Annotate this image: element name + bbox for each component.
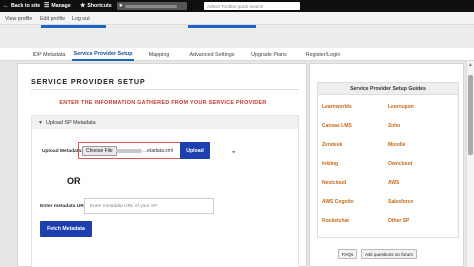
guide-link-learnupon[interactable]: Learnupon <box>388 104 414 110</box>
tabs-area: IDP Metadata Service Provider Setup Mapp… <box>0 25 474 61</box>
guide-link-aws-cognito[interactable]: AWS Cognito <box>322 199 354 205</box>
admin-quick-search-input[interactable]: Admin Toolbar quick search <box>204 2 300 10</box>
guide-link-zendesk[interactable]: Zendesk <box>322 142 342 148</box>
arrow-left-icon: ← <box>3 3 9 9</box>
setup-guides-panel: Service Provider Setup Guides Learnworld… <box>309 63 464 267</box>
setup-guides-box: Service Provider Setup Guides Learnworld… <box>317 82 459 238</box>
edit-profile-link[interactable]: Edit profile <box>40 12 65 25</box>
logout-link[interactable]: Log out <box>72 12 90 25</box>
user-subbar: View profile Edit profile Log out <box>0 12 474 25</box>
title-divider <box>31 89 299 90</box>
guide-link-salesforce[interactable]: Salesforce <box>388 199 413 205</box>
page-title: SERVICE PROVIDER SETUP <box>31 77 146 86</box>
upload-sp-metadata-section: ▼ Upload SP Metadata Upload Metadata: <box>31 115 299 267</box>
menu-icon: ☰ <box>44 3 50 9</box>
guide-link-nextcloud[interactable]: Nextcloud <box>322 180 346 186</box>
guide-link-inkling[interactable]: Inkling <box>322 161 338 167</box>
hidden-tab-strip-left <box>41 25 106 28</box>
guide-link-owncloud[interactable]: Owncloud <box>388 161 412 167</box>
scroll-thumb[interactable] <box>468 75 473 155</box>
tab-mapping[interactable]: Mapping <box>141 48 177 61</box>
username-blurred <box>124 4 177 8</box>
guide-link-rocketchat[interactable]: Rocketchat <box>322 218 349 224</box>
manage-menu[interactable]: ☰ Manage <box>44 0 71 12</box>
ask-forum-button[interactable]: Ask questions on forum <box>361 249 417 259</box>
user-icon: ● <box>119 3 123 9</box>
fetch-metadata-button[interactable]: Fetch Metadata <box>40 221 92 237</box>
tab-upgrade-plans[interactable]: Upgrade Plans <box>247 48 291 61</box>
metadata-url-placeholder: Enter metadata URL of your SP. <box>90 203 158 209</box>
tab-register-login[interactable]: Register/Login <box>300 48 346 61</box>
faqs-button[interactable]: FAQs <box>338 249 357 259</box>
guide-link-other-sp[interactable]: Other SP <box>388 218 409 224</box>
admin-toolbar: ← Back to site ☰ Manage ★ Shortcuts ● Ad… <box>0 0 474 12</box>
shortcuts-menu[interactable]: ★ Shortcuts <box>80 0 112 12</box>
upload-sp-metadata-toggle[interactable]: ▼ Upload SP Metadata <box>32 116 298 129</box>
manage-label: Manage <box>51 3 71 9</box>
back-to-site-label: Back to site <box>11 3 41 9</box>
guide-link-moodle[interactable]: Moodle <box>388 142 406 148</box>
setup-guides-title: Service Provider Setup Guides <box>318 83 458 95</box>
or-separator: OR <box>67 176 81 186</box>
page-scrollbar[interactable]: ▲ <box>466 61 474 267</box>
mouse-cursor-icon: ⌖ <box>232 150 236 156</box>
tab-service-provider-setup[interactable]: Service Provider Setup <box>72 48 134 61</box>
view-profile-link[interactable]: View profile <box>5 12 32 25</box>
caret-down-icon: ▼ <box>38 119 43 126</box>
star-icon: ★ <box>80 3 86 9</box>
file-name-blurred <box>116 149 142 153</box>
service-provider-setup-panel: SERVICE PROVIDER SETUP ENTER THE INFORMA… <box>17 63 307 267</box>
metadata-url-input[interactable]: Enter metadata URL of your SP. <box>84 198 214 214</box>
guide-link-canvas-lms[interactable]: Canvas LMS <box>322 123 352 129</box>
tab-advanced-settings[interactable]: Advanced Settings <box>183 48 241 61</box>
shortcuts-label: Shortcuts <box>87 3 112 9</box>
hidden-tab-strip-right <box>188 25 256 28</box>
upload-sp-metadata-heading: Upload SP Metadata <box>45 119 96 126</box>
guide-link-zoho[interactable]: Zoho <box>388 123 400 129</box>
upload-button[interactable]: Upload <box>180 142 210 159</box>
scroll-up-icon[interactable]: ▲ <box>468 62 473 68</box>
file-name: ...etadata.xml <box>143 148 174 154</box>
guide-link-aws[interactable]: AWS <box>388 180 399 186</box>
admin-quick-search-placeholder: Admin Toolbar quick search <box>207 3 264 9</box>
back-to-site-link[interactable]: ← Back to site <box>3 0 40 12</box>
metadata-url-label: Enter metadata URL: <box>40 204 89 209</box>
user-menu[interactable]: ● <box>117 2 187 10</box>
upload-metadata-label: Upload Metadata: <box>42 149 83 154</box>
guide-link-learnworlds[interactable]: Learnworlds <box>322 104 352 110</box>
instruction-text: ENTER THE INFORMATION GATHERED FROM YOUR… <box>59 100 267 106</box>
choose-file-button[interactable]: Choose File <box>82 146 117 156</box>
